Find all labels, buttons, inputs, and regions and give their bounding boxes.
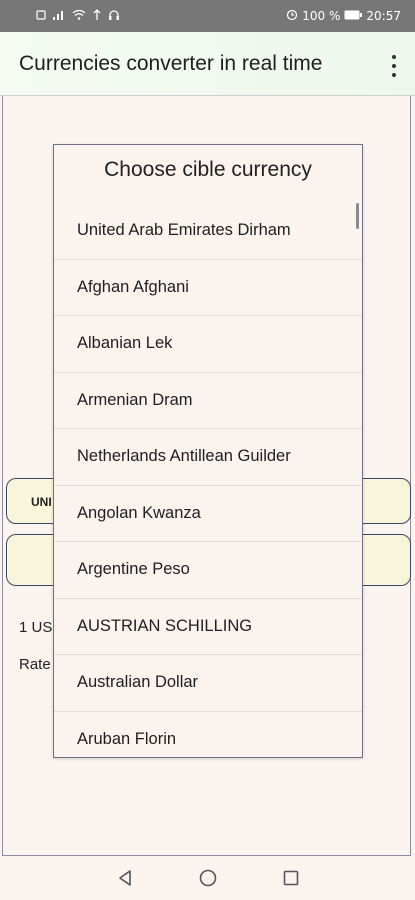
list-item[interactable]: Armenian Dram [54, 373, 362, 429]
list-item[interactable]: Australian Dollar [54, 655, 362, 712]
status-icons-right: 100 % 20:57 [286, 9, 401, 24]
home-icon[interactable] [199, 869, 217, 887]
navigation-bar [0, 856, 415, 900]
clock-icon [286, 9, 298, 24]
back-icon[interactable] [116, 869, 134, 887]
alarm-icon [36, 9, 46, 24]
list-item[interactable]: Afghan Afghani [54, 260, 362, 316]
app-title: Currencies converter in real time [19, 51, 323, 75]
wifi-icon [72, 9, 86, 24]
list-item[interactable]: Angolan Kwanza [54, 486, 362, 542]
battery-percent: 100 % [302, 9, 341, 23]
list-item[interactable]: Netherlands Antillean Guilder [54, 429, 362, 486]
currency-picker-dialog: Choose cible currency United Arab Emirat… [53, 144, 363, 758]
list-item[interactable]: Argentine Peso [54, 542, 362, 599]
scrollbar[interactable] [356, 203, 359, 229]
source-currency-label: UNI [31, 495, 52, 509]
list-item[interactable]: Albanian Lek [54, 316, 362, 373]
rate-line: Rate [19, 656, 51, 673]
status-bar: 100 % 20:57 [0, 0, 415, 32]
overflow-menu-icon[interactable] [387, 52, 401, 80]
status-icons-left [36, 8, 120, 24]
list-item[interactable]: United Arab Emirates Dirham [54, 203, 362, 260]
list-item[interactable]: AUSTRIAN SCHILLING [54, 599, 362, 655]
signal-icon [52, 9, 66, 24]
headset-icon [108, 9, 120, 24]
usb-icon [92, 8, 102, 24]
battery-icon [344, 9, 363, 23]
status-time: 20:57 [366, 9, 401, 23]
currency-list: United Arab Emirates Dirham Afghan Afgha… [54, 203, 362, 758]
recents-icon[interactable] [282, 869, 300, 887]
list-item[interactable]: Aruban Florin [54, 712, 362, 758]
conversion-line: 1 US [19, 619, 53, 636]
dialog-title: Choose cible currency [104, 158, 312, 181]
app-bar: Currencies converter in real time [0, 32, 415, 96]
